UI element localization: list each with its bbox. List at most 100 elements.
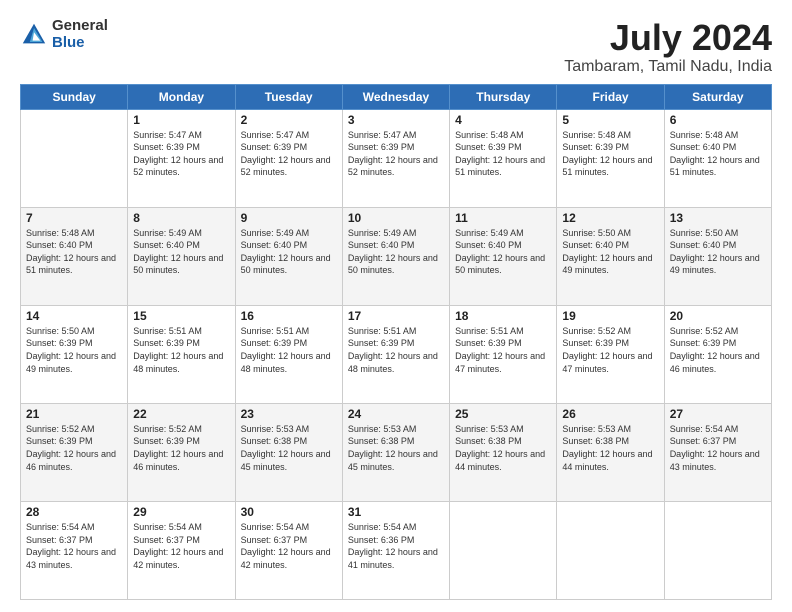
cell-info: Sunrise: 5:47 AMSunset: 6:39 PMDaylight:… (133, 129, 229, 179)
day-number: 9 (241, 211, 337, 225)
page: General Blue July 2024 Tambaram, Tamil N… (0, 0, 792, 612)
week-row-4: 21 Sunrise: 5:52 AMSunset: 6:39 PMDayligh… (21, 403, 772, 501)
cell-info: Sunrise: 5:52 AMSunset: 6:39 PMDaylight:… (26, 423, 122, 473)
cell-w1-d5: 4 Sunrise: 5:48 AMSunset: 6:39 PMDaylight… (450, 109, 557, 207)
cell-w1-d4: 3 Sunrise: 5:47 AMSunset: 6:39 PMDaylight… (342, 109, 449, 207)
day-number: 8 (133, 211, 229, 225)
col-friday: Friday (557, 84, 664, 109)
cell-w3-d5: 18 Sunrise: 5:51 AMSunset: 6:39 PMDayligh… (450, 305, 557, 403)
cell-w2-d3: 9 Sunrise: 5:49 AMSunset: 6:40 PMDaylight… (235, 207, 342, 305)
cell-w1-d2: 1 Sunrise: 5:47 AMSunset: 6:39 PMDaylight… (128, 109, 235, 207)
cell-info: Sunrise: 5:49 AMSunset: 6:40 PMDaylight:… (348, 227, 444, 277)
cell-w2-d2: 8 Sunrise: 5:49 AMSunset: 6:40 PMDaylight… (128, 207, 235, 305)
logo-general-text: General (52, 18, 108, 35)
day-number: 21 (26, 407, 122, 421)
logo: General Blue (20, 18, 108, 51)
col-monday: Monday (128, 84, 235, 109)
cell-info: Sunrise: 5:51 AMSunset: 6:39 PMDaylight:… (455, 325, 551, 375)
cell-info: Sunrise: 5:47 AMSunset: 6:39 PMDaylight:… (241, 129, 337, 179)
cell-w1-d6: 5 Sunrise: 5:48 AMSunset: 6:39 PMDaylight… (557, 109, 664, 207)
day-number: 18 (455, 309, 551, 323)
cell-w4-d7: 27 Sunrise: 5:54 AMSunset: 6:37 PMDayligh… (664, 403, 771, 501)
cell-info: Sunrise: 5:48 AMSunset: 6:39 PMDaylight:… (455, 129, 551, 179)
day-number: 6 (670, 113, 766, 127)
week-row-2: 7Sunrise: 5:48 AMSunset: 6:40 PMDaylight… (21, 207, 772, 305)
cell-w2-d4: 10 Sunrise: 5:49 AMSunset: 6:40 PMDayligh… (342, 207, 449, 305)
cell-w5-d5 (450, 501, 557, 599)
cell-info: Sunrise: 5:49 AMSunset: 6:40 PMDaylight:… (455, 227, 551, 277)
cell-w4-d5: 25Sunrise: 5:53 AMSunset: 6:38 PMDayligh… (450, 403, 557, 501)
day-number: 5 (562, 113, 658, 127)
cell-w1-d3: 2Sunrise: 5:47 AMSunset: 6:39 PMDaylight… (235, 109, 342, 207)
subtitle: Tambaram, Tamil Nadu, India (564, 58, 772, 76)
day-number: 1 (133, 113, 229, 127)
cell-w4-d4: 24 Sunrise: 5:53 AMSunset: 6:38 PMDayligh… (342, 403, 449, 501)
cell-w3-d2: 15 Sunrise: 5:51 AMSunset: 6:39 PMDayligh… (128, 305, 235, 403)
cell-info: Sunrise: 5:52 AMSunset: 6:39 PMDaylight:… (133, 423, 229, 473)
cell-info: Sunrise: 5:50 AMSunset: 6:40 PMDaylight:… (562, 227, 658, 277)
cell-info: Sunrise: 5:49 AMSunset: 6:40 PMDaylight:… (133, 227, 229, 277)
day-number: 31 (348, 505, 444, 519)
logo-text: General Blue (52, 18, 108, 51)
logo-blue-text: Blue (52, 35, 108, 52)
week-row-1: 1 Sunrise: 5:47 AMSunset: 6:39 PMDaylight… (21, 109, 772, 207)
cell-info: Sunrise: 5:49 AMSunset: 6:40 PMDaylight:… (241, 227, 337, 277)
cell-info: Sunrise: 5:53 AMSunset: 6:38 PMDaylight:… (348, 423, 444, 473)
cell-w2-d1: 7Sunrise: 5:48 AMSunset: 6:40 PMDaylight… (21, 207, 128, 305)
week-row-5: 28 Sunrise: 5:54 AMSunset: 6:37 PMDayligh… (21, 501, 772, 599)
day-number: 15 (133, 309, 229, 323)
day-number: 16 (241, 309, 337, 323)
cell-info: Sunrise: 5:53 AMSunset: 6:38 PMDaylight:… (562, 423, 658, 473)
day-number: 28 (26, 505, 122, 519)
logo-icon (20, 21, 48, 49)
day-number: 17 (348, 309, 444, 323)
col-sunday: Sunday (21, 84, 128, 109)
cell-w3-d6: 19 Sunrise: 5:52 AMSunset: 6:39 PMDayligh… (557, 305, 664, 403)
cell-info: Sunrise: 5:47 AMSunset: 6:39 PMDaylight:… (348, 129, 444, 179)
cell-info: Sunrise: 5:50 AMSunset: 6:40 PMDaylight:… (670, 227, 766, 277)
cell-info: Sunrise: 5:53 AMSunset: 6:38 PMDaylight:… (455, 423, 551, 473)
cell-w3-d3: 16 Sunrise: 5:51 AMSunset: 6:39 PMDayligh… (235, 305, 342, 403)
cell-info: Sunrise: 5:54 AMSunset: 6:36 PMDaylight:… (348, 521, 444, 571)
cell-info: Sunrise: 5:48 AMSunset: 6:40 PMDaylight:… (26, 227, 122, 277)
col-wednesday: Wednesday (342, 84, 449, 109)
cell-w5-d6 (557, 501, 664, 599)
cell-w1-d1 (21, 109, 128, 207)
cell-w4-d2: 22 Sunrise: 5:52 AMSunset: 6:39 PMDayligh… (128, 403, 235, 501)
day-number: 27 (670, 407, 766, 421)
cell-info: Sunrise: 5:51 AMSunset: 6:39 PMDaylight:… (133, 325, 229, 375)
cell-w3-d4: 17 Sunrise: 5:51 AMSunset: 6:39 PMDayligh… (342, 305, 449, 403)
cell-w2-d5: 11 Sunrise: 5:49 AMSunset: 6:40 PMDayligh… (450, 207, 557, 305)
day-number: 10 (348, 211, 444, 225)
cell-w5-d4: 31 Sunrise: 5:54 AMSunset: 6:36 PMDayligh… (342, 501, 449, 599)
cell-w4-d6: 26Sunrise: 5:53 AMSunset: 6:38 PMDayligh… (557, 403, 664, 501)
cell-info: Sunrise: 5:54 AMSunset: 6:37 PMDaylight:… (670, 423, 766, 473)
cell-info: Sunrise: 5:51 AMSunset: 6:39 PMDaylight:… (241, 325, 337, 375)
main-title: July 2024 (564, 18, 772, 58)
day-number: 11 (455, 211, 551, 225)
cell-info: Sunrise: 5:50 AMSunset: 6:39 PMDaylight:… (26, 325, 122, 375)
header: General Blue July 2024 Tambaram, Tamil N… (20, 18, 772, 76)
day-number: 13 (670, 211, 766, 225)
calendar-table: Sunday Monday Tuesday Wednesday Thursday… (20, 84, 772, 600)
cell-info: Sunrise: 5:51 AMSunset: 6:39 PMDaylight:… (348, 325, 444, 375)
cell-w1-d7: 6Sunrise: 5:48 AMSunset: 6:40 PMDaylight… (664, 109, 771, 207)
day-number: 3 (348, 113, 444, 127)
day-number: 22 (133, 407, 229, 421)
cell-info: Sunrise: 5:48 AMSunset: 6:39 PMDaylight:… (562, 129, 658, 179)
cell-w3-d7: 20Sunrise: 5:52 AMSunset: 6:39 PMDayligh… (664, 305, 771, 403)
cell-w2-d7: 13 Sunrise: 5:50 AMSunset: 6:40 PMDayligh… (664, 207, 771, 305)
cell-info: Sunrise: 5:54 AMSunset: 6:37 PMDaylight:… (26, 521, 122, 571)
cell-info: Sunrise: 5:52 AMSunset: 6:39 PMDaylight:… (562, 325, 658, 375)
cell-w2-d6: 12Sunrise: 5:50 AMSunset: 6:40 PMDayligh… (557, 207, 664, 305)
col-saturday: Saturday (664, 84, 771, 109)
day-number: 29 (133, 505, 229, 519)
day-number: 24 (348, 407, 444, 421)
day-number: 14 (26, 309, 122, 323)
day-number: 19 (562, 309, 658, 323)
day-number: 30 (241, 505, 337, 519)
cell-w4-d3: 23Sunrise: 5:53 AMSunset: 6:38 PMDayligh… (235, 403, 342, 501)
title-block: July 2024 Tambaram, Tamil Nadu, India (564, 18, 772, 76)
day-number: 4 (455, 113, 551, 127)
cell-w5-d7 (664, 501, 771, 599)
